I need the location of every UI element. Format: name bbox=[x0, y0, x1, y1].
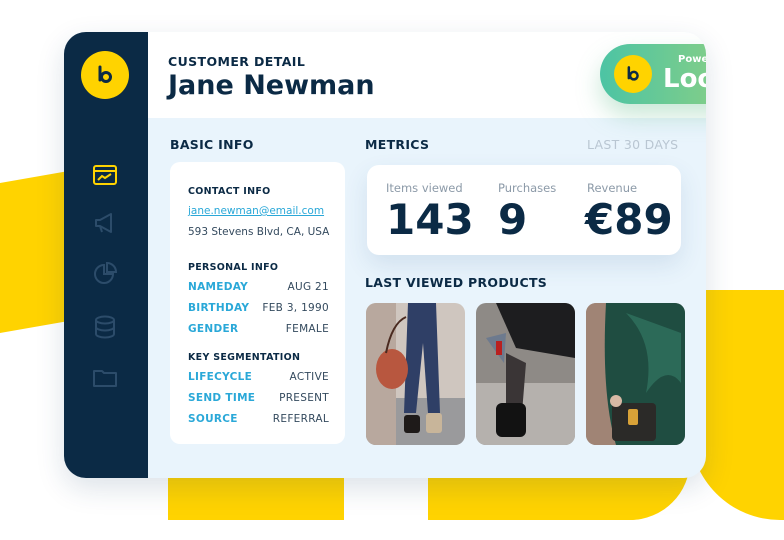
send-time-label: SEND TIME bbox=[188, 392, 256, 404]
database-icon bbox=[95, 315, 115, 339]
powered-by-loomi-badge[interactable]: Powered by Loomi bbox=[600, 44, 706, 104]
logo-icon bbox=[627, 66, 639, 81]
basic-info-title: BASIC INFO bbox=[170, 137, 254, 152]
page-subtitle: CUSTOMER DETAIL bbox=[168, 54, 306, 69]
nameday-label: NAMEDAY bbox=[188, 281, 249, 293]
revenue-value: €89 bbox=[585, 195, 673, 244]
lifecycle-label: LIFECYCLE bbox=[188, 371, 253, 383]
page-header: CUSTOMER DETAIL Jane Newman Powered by L… bbox=[148, 32, 706, 118]
metrics-title: METRICS bbox=[365, 137, 430, 152]
contact-info-heading: CONTACT INFO bbox=[188, 186, 271, 197]
product-photo-green-fur-coat bbox=[586, 303, 685, 445]
birthday-value: FEB 3, 1990 bbox=[262, 302, 329, 314]
metrics-period[interactable]: LAST 30 DAYS bbox=[587, 137, 678, 152]
sidebar-item-dashboard[interactable] bbox=[90, 160, 120, 190]
logo-icon bbox=[98, 65, 112, 83]
sidebar bbox=[64, 32, 148, 478]
decorative-yellow-shape-bottom bbox=[168, 475, 344, 520]
gender-label: GENDER bbox=[188, 323, 239, 335]
key-segmentation-heading: KEY SEGMENTATION bbox=[188, 352, 301, 363]
last-viewed-products-title: LAST VIEWED PRODUCTS bbox=[365, 275, 548, 290]
personal-info-heading: PERSONAL INFO bbox=[188, 262, 279, 273]
source-label: SOURCE bbox=[188, 413, 238, 425]
dashboard-icon bbox=[93, 165, 117, 185]
product-photo-red-bag bbox=[366, 303, 465, 445]
email-link[interactable]: jane.newman@email.com bbox=[188, 205, 324, 217]
lifecycle-value: ACTIVE bbox=[289, 371, 329, 383]
send-time-value: PRESENT bbox=[279, 392, 329, 404]
loomi-logo bbox=[614, 55, 652, 93]
sidebar-item-files[interactable] bbox=[90, 363, 120, 393]
decorative-yellow-shape-bottom bbox=[428, 475, 576, 520]
sidebar-item-data[interactable] bbox=[90, 312, 120, 342]
folder-icon bbox=[93, 370, 117, 387]
product-image[interactable] bbox=[476, 303, 575, 445]
loomi-brand-name: Loomi bbox=[663, 64, 706, 94]
birthday-label: BIRTHDAY bbox=[188, 302, 250, 314]
sidebar-item-analytics[interactable] bbox=[90, 259, 120, 289]
purchases-label: Purchases bbox=[498, 181, 557, 195]
customer-name: Jane Newman bbox=[168, 70, 375, 101]
product-photo-black-boots bbox=[476, 303, 575, 445]
source-value: REFERRAL bbox=[272, 413, 329, 425]
metrics-panel: Items viewed 143 Purchases 9 Revenue €89 bbox=[367, 165, 681, 255]
items-viewed-value: 143 bbox=[386, 195, 474, 244]
pie-chart-icon bbox=[94, 261, 118, 284]
address-text: 593 Stevens Blvd, CA, USA bbox=[188, 226, 330, 238]
app-logo[interactable] bbox=[81, 51, 129, 99]
items-viewed-label: Items viewed bbox=[386, 181, 463, 195]
purchases-value: 9 bbox=[498, 195, 528, 244]
basic-info-panel: CONTACT INFO jane.newman@email.com 593 S… bbox=[170, 162, 345, 444]
megaphone-icon bbox=[95, 213, 112, 233]
customer-detail-card: CUSTOMER DETAIL Jane Newman Powered by L… bbox=[64, 32, 706, 478]
product-image[interactable] bbox=[366, 303, 465, 445]
sidebar-item-campaigns[interactable] bbox=[90, 208, 120, 238]
revenue-label: Revenue bbox=[587, 181, 638, 195]
gender-value: FEMALE bbox=[285, 323, 329, 335]
nameday-value: AUG 21 bbox=[287, 281, 329, 293]
product-image[interactable] bbox=[586, 303, 685, 445]
